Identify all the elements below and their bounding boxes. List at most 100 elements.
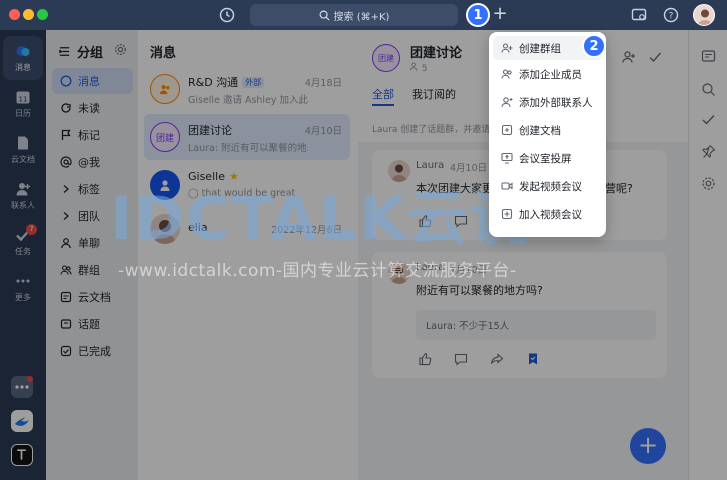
group-item-unread[interactable]: 未读 <box>52 95 133 121</box>
doc-icon <box>18 136 28 150</box>
group-item-label: 群组 <box>78 264 100 277</box>
add-member-icon[interactable] <box>622 50 636 64</box>
message-icon <box>16 46 30 56</box>
share-icon[interactable] <box>490 352 504 366</box>
rail-item-label: 任务 <box>15 247 31 256</box>
group-item-done[interactable]: 已完成 <box>52 338 133 364</box>
menu-item-add-member[interactable]: 添加企业成员 <box>493 62 602 86</box>
group-item-label: 单聊 <box>78 237 100 250</box>
tab-subscribed[interactable]: 我订阅的 <box>412 86 456 102</box>
topic-icon <box>60 319 72 329</box>
menu-item-label: 创建群组 <box>519 42 561 55</box>
task-badge: 7 <box>26 224 37 235</box>
menu-item-create-doc[interactable]: 创建文档 <box>493 118 602 142</box>
create-plus-button[interactable]: + <box>490 5 510 25</box>
member-count[interactable]: 5 <box>410 62 428 74</box>
list-toggle-icon[interactable] <box>58 45 71 58</box>
cloud-doc-icon <box>60 291 72 303</box>
search-placeholder: 搜索 (⌘+K) <box>333 11 390 23</box>
search-history-icon[interactable] <box>701 82 716 97</box>
chat-date: 4月18日 <box>304 78 342 89</box>
help-icon[interactable]: ? <box>662 6 680 24</box>
rail-item-more[interactable]: 更多 <box>3 266 43 310</box>
chat-date: 4月10日 <box>304 126 342 137</box>
tag-icon <box>63 185 69 193</box>
calendar-icon: 11 <box>16 91 30 104</box>
flag-icon <box>61 129 71 140</box>
group-item-label: 标签 <box>78 183 100 196</box>
settings-icon[interactable] <box>701 176 716 191</box>
watermark-logo: IDCTALK云说 <box>110 184 532 254</box>
reply-quote[interactable]: Laura: 不少于15人 <box>416 310 656 340</box>
screen-icon[interactable] <box>630 6 648 24</box>
rail-item-label: 日历 <box>15 109 31 118</box>
rail-item-calendar[interactable]: 11 日历 <box>3 82 43 126</box>
add-external-icon <box>501 97 513 108</box>
minimize-window-button[interactable] <box>23 9 34 20</box>
maximize-window-button[interactable] <box>37 9 48 20</box>
group-item-flagged[interactable]: 标记 <box>52 122 133 148</box>
rail-item-label: 联系人 <box>11 201 35 210</box>
chat-name: 团建讨论 <box>188 124 232 137</box>
bookmark-icon[interactable] <box>526 352 540 366</box>
check-icon[interactable] <box>648 50 662 64</box>
watermark-url: -www.idctalk.com-国内专业云计算交流服务平台- <box>118 261 517 281</box>
create-doc-icon <box>501 124 513 136</box>
create-menu: 创建群组 添加企业成员 添加外部联系人 创建文档 会议室投屏 发起视频会议 加入… <box>489 32 606 237</box>
thumbs-up-icon[interactable] <box>418 352 432 366</box>
task-check-icon[interactable] <box>701 112 716 127</box>
app-rail: 消息 11 日历 云文档 联系人 任务 7 更多 <box>0 30 46 480</box>
svg-text:11: 11 <box>19 96 28 104</box>
rail-item-docs[interactable]: 云文档 <box>3 128 43 172</box>
member-icon <box>410 62 418 71</box>
menu-item-video-call[interactable]: 发起视频会议 <box>493 174 602 198</box>
rail-item-label: 更多 <box>15 293 31 302</box>
tab-all[interactable]: 全部 <box>372 86 394 102</box>
new-post-button[interactable]: + <box>630 428 666 464</box>
chat-preview: Giselle 邀请 Ashley 加入此群... <box>188 95 308 106</box>
rail-item-contacts[interactable]: 联系人 <box>3 174 43 218</box>
group-item-topics[interactable]: 话题 <box>52 311 133 337</box>
search-icon <box>319 10 330 21</box>
group-avatar: 团建 <box>150 122 180 152</box>
menu-item-add-external[interactable]: 添加外部联系人 <box>493 90 602 114</box>
rail-item-messages[interactable]: 消息 <box>3 36 43 80</box>
history-icon[interactable] <box>218 6 236 24</box>
rail-item-label: 云文档 <box>11 155 35 164</box>
comment-icon[interactable] <box>454 352 468 366</box>
chat-preview: Laura: 附近有可以聚餐的地... <box>188 143 308 154</box>
group-item-messages[interactable]: 消息 <box>52 68 133 94</box>
message-text: 附近有可以聚餐的地方吗? <box>416 284 543 297</box>
team-icon <box>63 212 69 220</box>
announcement-icon[interactable] <box>701 48 716 63</box>
group-item-cloud-docs[interactable]: 云文档 <box>52 284 133 310</box>
group-panel-header: 分组 <box>58 42 103 61</box>
chat-row[interactable]: R&D 沟通外部 Giselle 邀请 Ashley 加入此群... 4月18日 <box>144 66 350 112</box>
pin-icon[interactable] <box>701 144 716 159</box>
search-bar[interactable]: 搜索 (⌘+K) <box>250 4 458 26</box>
done-icon <box>60 345 72 357</box>
bird-app-icon[interactable] <box>11 410 33 432</box>
chat-list-title: 消息 <box>150 46 177 61</box>
group-item-label: 云文档 <box>78 291 111 304</box>
rail-item-tasks[interactable]: 任务 7 <box>3 220 43 264</box>
video-call-icon <box>501 182 513 190</box>
system-message: Laura 创建了话题群，并邀请 <box>372 125 491 135</box>
chat-row[interactable]: 团建 团建讨论 Laura: 附近有可以聚餐的地... 4月10日 <box>144 114 350 160</box>
menu-item-join-meeting[interactable]: 加入视频会议 <box>493 202 602 226</box>
group-avatar <box>150 74 180 104</box>
t-app-icon[interactable] <box>11 444 33 466</box>
menu-item-label: 创建文档 <box>519 124 561 137</box>
group-icon <box>60 265 72 275</box>
conversation-title: 团建讨论 <box>410 46 463 61</box>
user-avatar[interactable] <box>693 4 715 26</box>
group-item-label: 消息 <box>78 75 100 88</box>
join-meeting-icon <box>501 208 513 220</box>
screen-share-icon <box>501 152 513 164</box>
app-launcher-icon[interactable] <box>11 376 33 398</box>
menu-item-screen-share[interactable]: 会议室投屏 <box>493 146 602 170</box>
title-bar: 搜索 (⌘+K) + ? <box>0 0 727 30</box>
gear-icon[interactable] <box>114 43 127 56</box>
single-chat-icon <box>61 238 71 249</box>
close-window-button[interactable] <box>9 9 20 20</box>
